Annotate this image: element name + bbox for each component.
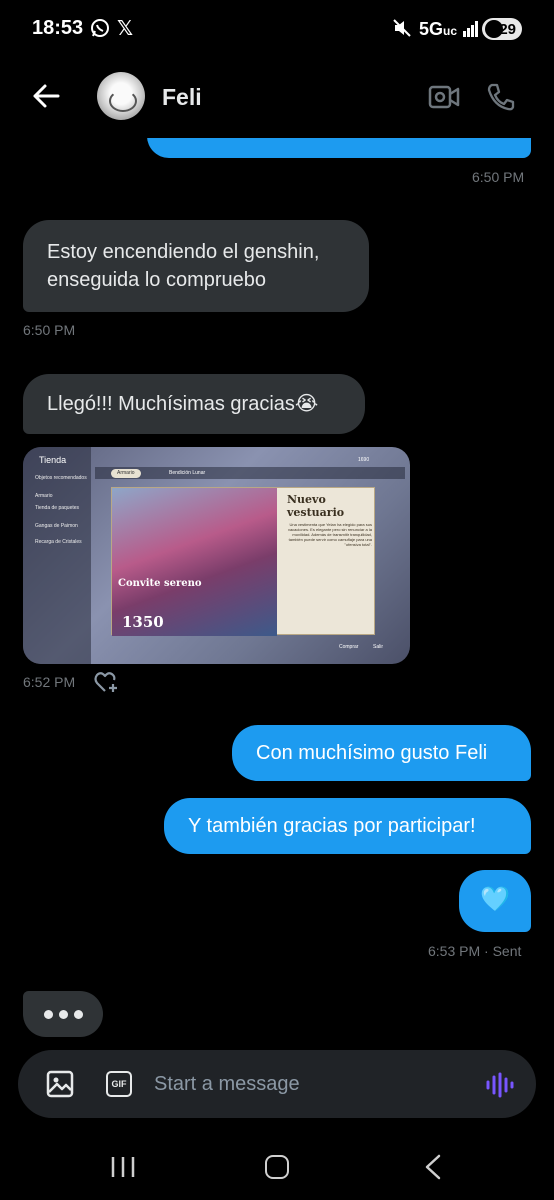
back-arrow-icon[interactable] bbox=[32, 83, 60, 114]
phone-call-icon[interactable] bbox=[486, 82, 516, 117]
game-buy-label: Comprar bbox=[339, 644, 359, 650]
outfit-description: Una vestimenta que Yelan ha elegido para… bbox=[287, 522, 372, 547]
card-title: Nuevo vestuario bbox=[287, 493, 345, 519]
outfit-price: 1350 bbox=[122, 613, 164, 631]
game-menu-item: Gangas de Paimon bbox=[35, 523, 78, 529]
sent-heart-message[interactable]: 🩵 bbox=[459, 870, 531, 932]
image-message[interactable]: Tienda Objetos recomendados Armario Tien… bbox=[23, 447, 410, 664]
sent-message[interactable]: Y también gracias por participar! bbox=[164, 798, 531, 854]
nav-back-icon[interactable] bbox=[424, 1154, 442, 1185]
typing-dot bbox=[43, 1009, 53, 1019]
battery-charging-icon bbox=[485, 20, 503, 38]
network-type: 5G bbox=[419, 19, 444, 39]
sent-message[interactable]: Con muchísimo gusto Feli bbox=[232, 725, 531, 781]
battery-indicator: 29 bbox=[482, 18, 522, 40]
received-message[interactable]: Llegó!!! Muchísimas gracias😭 bbox=[23, 374, 365, 434]
video-call-icon[interactable] bbox=[428, 84, 460, 115]
typing-indicator bbox=[23, 991, 103, 1037]
contact-name[interactable]: Feli bbox=[162, 84, 202, 111]
timestamp: 6:50 PM bbox=[472, 169, 525, 185]
game-menu-item: Recarga de Cristales bbox=[35, 539, 82, 545]
voice-message-icon[interactable] bbox=[486, 1072, 514, 1103]
system-nav-bar bbox=[0, 1130, 554, 1200]
recent-apps-icon[interactable] bbox=[110, 1155, 136, 1184]
conversation-header: Feli bbox=[0, 60, 554, 138]
game-shop-title: Tienda bbox=[39, 455, 67, 465]
status-time: 18:53 bbox=[32, 17, 84, 39]
status-bar: 18:53 𝕏 5Guc 29 bbox=[0, 0, 554, 60]
whatsapp-icon bbox=[90, 18, 110, 43]
signal-icon bbox=[463, 21, 479, 42]
outfit-name: Convite sereno bbox=[118, 578, 202, 589]
game-menu-item: Tienda de paquetes bbox=[35, 505, 80, 511]
home-icon[interactable] bbox=[265, 1155, 289, 1179]
x-logo-icon: 𝕏 bbox=[117, 18, 134, 40]
game-tab: Armario bbox=[111, 469, 141, 478]
message-composer: GIF bbox=[18, 1050, 536, 1118]
game-outfit-card: Nuevo vestuario Una vestimenta que Yelan… bbox=[111, 487, 375, 636]
network-indicator: 5Guc bbox=[419, 19, 457, 40]
timestamp: 6:50 PM bbox=[23, 322, 76, 338]
gif-icon[interactable]: GIF bbox=[106, 1071, 132, 1097]
network-sub: uc bbox=[443, 24, 458, 38]
game-tab-bar bbox=[95, 467, 405, 479]
sent-status: 6:53 PM · Sent bbox=[428, 943, 522, 959]
add-reaction-icon[interactable] bbox=[94, 671, 120, 698]
game-currency: 1690 bbox=[358, 457, 370, 463]
game-tab: Bendición Lunar bbox=[169, 470, 206, 476]
game-exit-label: Salir bbox=[373, 644, 384, 650]
game-menu-item: Armario bbox=[35, 493, 53, 499]
timestamp: 6:52 PM bbox=[23, 674, 76, 690]
mute-icon bbox=[392, 18, 412, 43]
received-message[interactable]: Estoy encendiendo el genshin, enseguida … bbox=[23, 220, 369, 312]
typing-dot bbox=[58, 1009, 68, 1019]
typing-dot bbox=[73, 1009, 83, 1019]
game-menu-item: Objetos recomendados bbox=[35, 475, 87, 481]
contact-avatar[interactable] bbox=[97, 72, 145, 120]
image-attach-icon[interactable] bbox=[46, 1070, 74, 1103]
message-input[interactable] bbox=[154, 1068, 474, 1100]
